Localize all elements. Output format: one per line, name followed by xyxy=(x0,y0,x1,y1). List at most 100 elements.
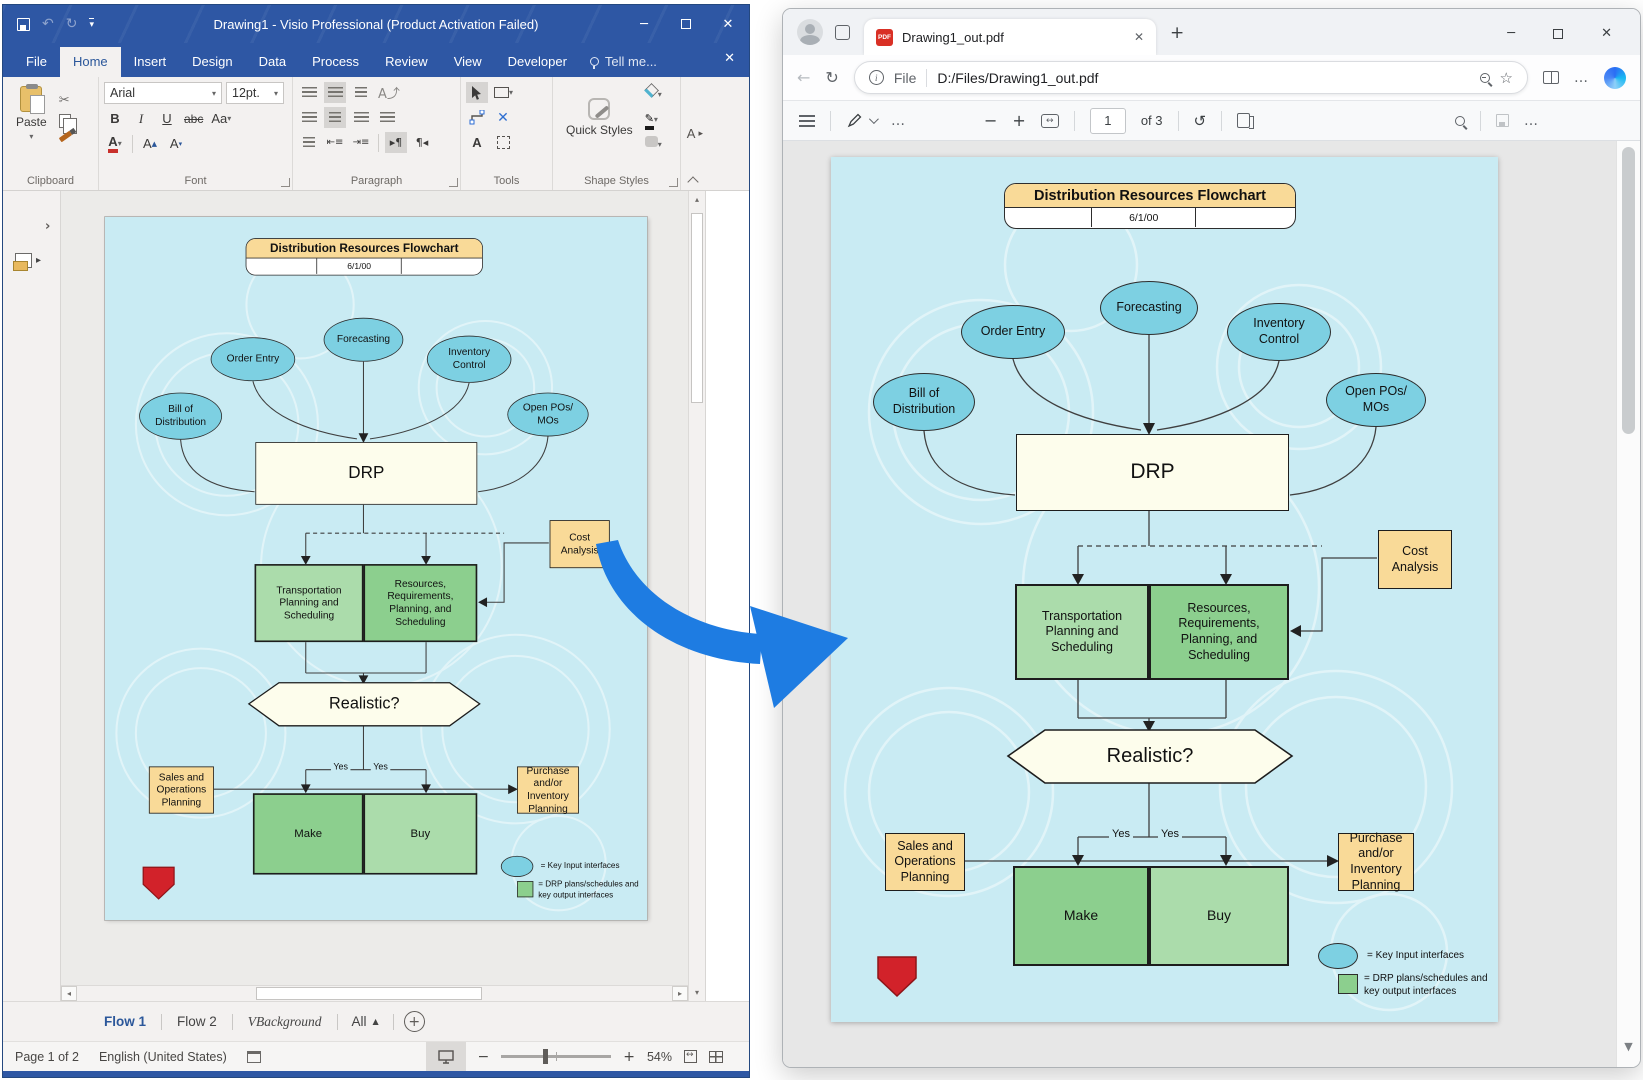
shape-forecasting[interactable]: Forecasting xyxy=(324,318,404,362)
tab-insert[interactable]: Insert xyxy=(121,47,180,77)
zoom-level[interactable]: 54% xyxy=(647,1050,672,1064)
redo-icon[interactable]: ↻ xyxy=(66,16,78,32)
scroll-right-icon[interactable]: ▸ xyxy=(672,986,688,1001)
shape-transportation-planning[interactable]: Transportation Planning and Scheduling xyxy=(255,564,364,642)
italic-button[interactable]: I xyxy=(130,108,152,129)
url-text[interactable]: D:/Files/Drawing1_out.pdf xyxy=(937,70,1469,86)
browser-close-button[interactable]: ✕ xyxy=(1601,26,1612,41)
pdf-overflow-icon[interactable]: … xyxy=(1524,113,1539,129)
cut-button[interactable]: ✂ xyxy=(59,93,72,108)
page-view-icon[interactable] xyxy=(1237,113,1250,128)
document-close-icon[interactable]: ✕ xyxy=(724,51,735,66)
freeform-tool-button[interactable] xyxy=(492,132,514,153)
pdf-search-icon[interactable] xyxy=(1455,116,1465,126)
tab-review[interactable]: Review xyxy=(372,47,441,77)
line-color-button[interactable]: ✎▾ xyxy=(645,109,662,127)
save-icon[interactable] xyxy=(17,18,30,31)
presentation-mode-button[interactable] xyxy=(426,1042,466,1072)
page-number-input[interactable]: 1 xyxy=(1090,108,1126,134)
split-screen-icon[interactable] xyxy=(1543,71,1559,84)
pdf-more-tools-icon[interactable]: … xyxy=(891,113,906,129)
align-left-icon[interactable] xyxy=(298,107,320,128)
connection-point-tool-button[interactable]: ✕ xyxy=(492,107,514,128)
undo-icon[interactable]: ↶ xyxy=(42,16,54,32)
customize-qat-icon[interactable]: ▾ xyxy=(89,18,94,30)
pdf-scrollbar[interactable]: ▼ xyxy=(1616,141,1640,1067)
flowchart-title-banner[interactable]: Distribution Resources Flowchart 6/1/00 xyxy=(246,238,483,275)
fit-to-width-icon[interactable]: ↔ xyxy=(1041,114,1059,128)
line-spacing-3-icon[interactable] xyxy=(350,82,372,103)
zoom-page-icon[interactable] xyxy=(1480,73,1490,83)
refresh-button[interactable]: ↻ xyxy=(825,68,838,87)
maximize-button[interactable] xyxy=(665,5,707,43)
justify-icon[interactable] xyxy=(376,107,398,128)
font-dialog-launcher-icon[interactable] xyxy=(281,178,290,187)
zoom-slider-thumb[interactable] xyxy=(543,1049,548,1064)
shape-buy[interactable]: Buy xyxy=(363,793,477,874)
browser-maximize-button[interactable] xyxy=(1553,29,1563,39)
line-spacing-1-icon[interactable] xyxy=(298,82,320,103)
fill-color-button[interactable]: ▾ xyxy=(645,84,662,102)
back-button[interactable]: ← xyxy=(797,68,810,87)
font-color-button[interactable]: A▾ xyxy=(104,133,126,154)
tell-me-box[interactable]: Tell me... xyxy=(580,47,667,77)
browser-menu-icon[interactable]: … xyxy=(1574,70,1589,86)
table-of-contents-icon[interactable] xyxy=(799,115,815,127)
decrease-indent-icon[interactable]: ⇤≡ xyxy=(324,132,346,153)
bullets-icon[interactable] xyxy=(298,132,320,153)
tab-view[interactable]: View xyxy=(441,47,495,77)
tab-file[interactable]: File xyxy=(13,47,60,77)
profile-avatar[interactable] xyxy=(797,19,823,45)
connector-tool-button[interactable] xyxy=(466,107,488,128)
pdf-scroll-down-icon[interactable]: ▼ xyxy=(1617,1040,1640,1053)
text-tool-button[interactable]: A xyxy=(466,132,488,153)
insert-page-button[interactable]: + xyxy=(404,1011,425,1032)
grow-font-button[interactable]: A▲ xyxy=(139,133,161,154)
pointer-tool-button[interactable] xyxy=(466,82,488,103)
pdf-scroll-thumb[interactable] xyxy=(1622,147,1635,434)
vertical-scroll-thumb[interactable] xyxy=(691,213,703,403)
annotate-button[interactable] xyxy=(846,112,876,129)
tab-process[interactable]: Process xyxy=(299,47,372,77)
ribbon-overflow[interactable]: A ▸ xyxy=(687,77,703,190)
align-right-icon[interactable] xyxy=(350,107,372,128)
shape-purchase-inventory[interactable]: Purchase and/or Inventory Planning xyxy=(517,766,579,813)
scroll-up-icon[interactable]: ▴ xyxy=(695,191,699,204)
pdf-save-icon[interactable] xyxy=(1496,114,1509,127)
tab-developer[interactable]: Developer xyxy=(495,47,580,77)
increase-indent-icon[interactable]: ⇥≡ xyxy=(350,132,372,153)
close-button[interactable]: ✕ xyxy=(707,5,749,43)
page-indicator[interactable]: Page 1 of 2 xyxy=(15,1050,79,1064)
rectangle-tool-button[interactable]: ▾ xyxy=(492,82,515,103)
stencil-icon[interactable] xyxy=(15,253,32,268)
shape-styles-dialog-launcher-icon[interactable] xyxy=(669,178,678,187)
shape-inventory-control[interactable]: Inventory Control xyxy=(427,336,512,383)
browser-minimize-button[interactable]: ─ xyxy=(1507,26,1515,41)
rotate-icon[interactable]: ↺ xyxy=(1194,112,1207,130)
horizontal-scroll-thumb[interactable] xyxy=(256,987,482,1000)
tab-data[interactable]: Data xyxy=(246,47,299,77)
expand-shapes-icon[interactable]: › xyxy=(45,219,50,234)
tab-home[interactable]: Home xyxy=(60,47,121,77)
effects-button[interactable]: ▾ xyxy=(645,134,662,152)
switch-windows-button[interactable] xyxy=(709,1051,723,1063)
new-tab-button[interactable]: + xyxy=(1170,23,1184,43)
font-size-select[interactable]: 12pt.▾ xyxy=(226,82,284,104)
pdf-zoom-in-button[interactable]: + xyxy=(1012,111,1025,130)
quick-styles-button[interactable]: Quick Styles xyxy=(558,94,641,141)
shape-sales-operations[interactable]: Sales and Operations Planning xyxy=(149,766,214,813)
pdf-viewer[interactable]: Distribution Resources Flowchart 6/1/00 … xyxy=(783,141,1640,1067)
ltr-paragraph-icon[interactable]: ▸¶ xyxy=(385,132,407,153)
minimize-button[interactable]: ─ xyxy=(623,5,665,43)
shape-realistic[interactable]: Realistic? xyxy=(249,683,480,726)
browser-tab[interactable]: PDF Drawing1_out.pdf ✕ xyxy=(864,19,1156,55)
copy-button[interactable] xyxy=(59,114,71,128)
shape-resources-requirements[interactable]: Resources, Requirements, Planning, and S… xyxy=(363,564,477,642)
copilot-icon[interactable] xyxy=(1604,67,1626,89)
pdf-zoom-out-button[interactable]: − xyxy=(984,111,997,130)
shrink-font-button[interactable]: A▾ xyxy=(165,133,187,154)
rtl-paragraph-icon[interactable]: ¶◂ xyxy=(411,132,433,153)
change-case-button[interactable]: Aa▾ xyxy=(209,108,233,129)
scroll-down-icon[interactable]: ▾ xyxy=(695,988,699,1001)
tab-close-icon[interactable]: ✕ xyxy=(1134,30,1144,44)
